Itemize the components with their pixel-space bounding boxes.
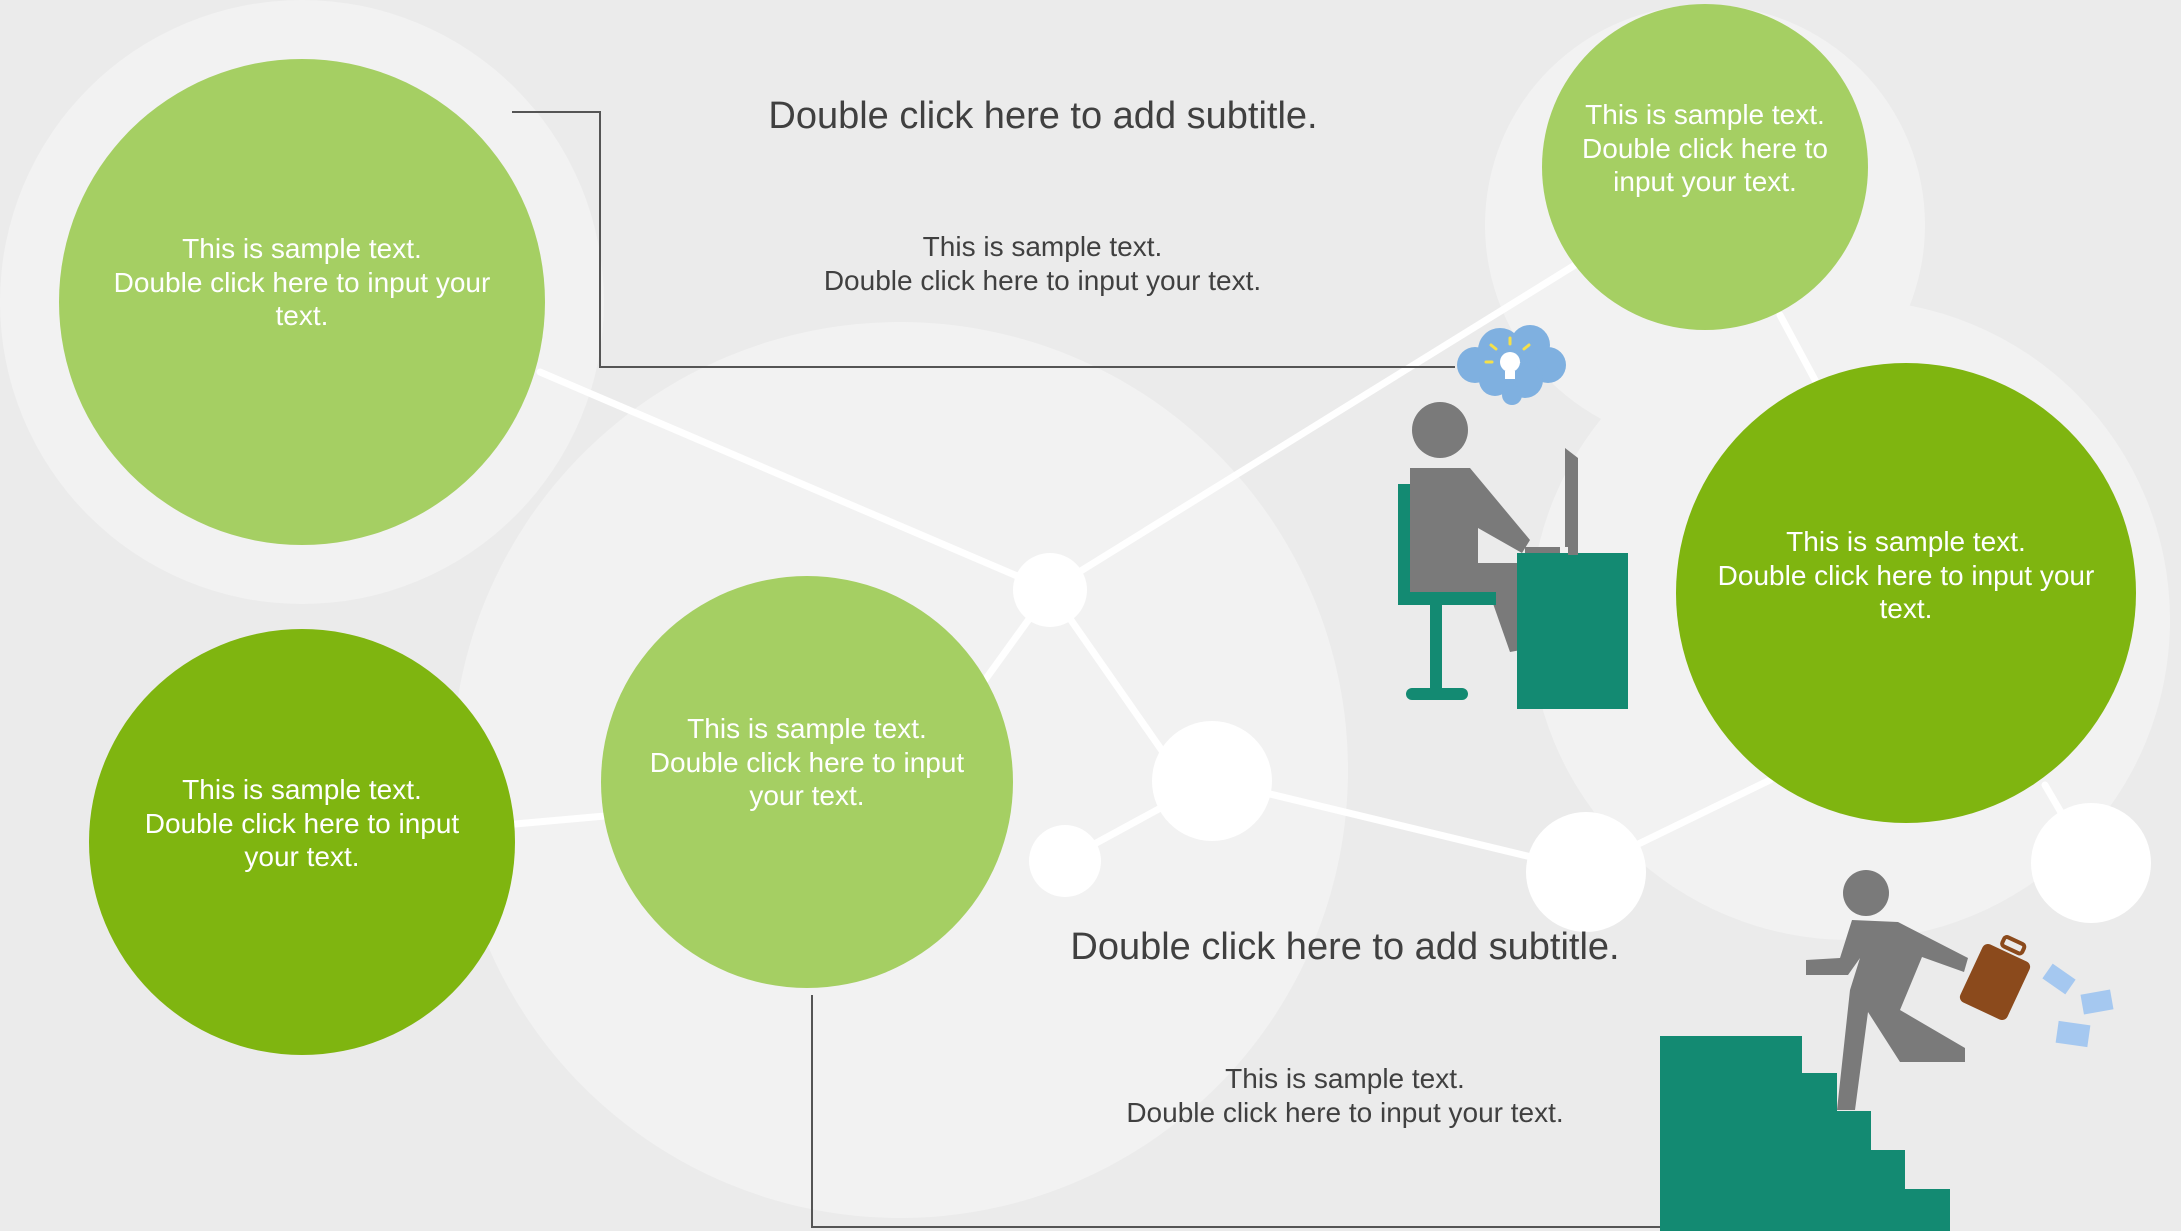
- circle-text-line: This is sample text.: [182, 233, 422, 264]
- circle-text-line: This is sample text.: [182, 774, 422, 805]
- circle-text-line: your text.: [244, 841, 360, 873]
- circle-text-line: This is sample text.: [1786, 526, 2026, 557]
- circle-middle-text[interactable]: This is sample text. Double click here t…: [627, 712, 987, 813]
- flying-papers: [2042, 963, 2114, 1048]
- circle-text-line: input your text.: [1613, 166, 1797, 198]
- circle-text-line: your text.: [749, 780, 865, 812]
- circle-text-line: This is sample text.: [1585, 99, 1825, 130]
- node-small: [1029, 825, 1101, 897]
- circle-text-line: text.: [1879, 593, 1933, 625]
- body-text-bottom-line: This is sample text.: [1225, 1063, 1465, 1094]
- slide: Double click here to add subtitle. Doubl…: [0, 0, 2181, 1231]
- circle-text-line: Double click here to input your: [113, 266, 491, 298]
- stairs: [1660, 1036, 1950, 1231]
- circle-top-right-text[interactable]: This is sample text. Double click here t…: [1555, 98, 1855, 199]
- circle-top-left-text[interactable]: This is sample text. Double click here t…: [92, 232, 512, 333]
- node-mid: [1152, 721, 1272, 841]
- circle-text-line: text.: [275, 300, 329, 332]
- subtitle-bottom[interactable]: Double click here to add subtitle.: [1030, 925, 1660, 971]
- node-center: [1013, 553, 1087, 627]
- body-text-bottom-line: Double click here to input your text.: [1126, 1096, 1564, 1128]
- circle-right-text[interactable]: This is sample text. Double click here t…: [1696, 525, 2116, 626]
- circle-text-line: Double click here to input: [144, 807, 460, 839]
- body-text-top[interactable]: This is sample text. Double click here t…: [760, 230, 1325, 297]
- node-lower-right: [1526, 812, 1646, 932]
- circle-text-line: Double click here to input: [649, 746, 965, 778]
- body-text-top-line: Double click here to input your text.: [823, 264, 1262, 296]
- circle-text-line: This is sample text.: [687, 713, 927, 744]
- circle-text-line: Double click here to: [1582, 132, 1828, 164]
- body-text-bottom[interactable]: This is sample text. Double click here t…: [1060, 1062, 1630, 1129]
- subtitle-top[interactable]: Double click here to add subtitle.: [743, 94, 1343, 140]
- circle-bottom-left-text[interactable]: This is sample text. Double click here t…: [122, 773, 482, 874]
- body-text-top-line: This is sample text.: [922, 231, 1163, 262]
- briefcase-icon: [1959, 935, 2031, 1021]
- circle-text-line: Double click here to input your: [1717, 559, 2095, 591]
- node-far-right: [2031, 803, 2151, 923]
